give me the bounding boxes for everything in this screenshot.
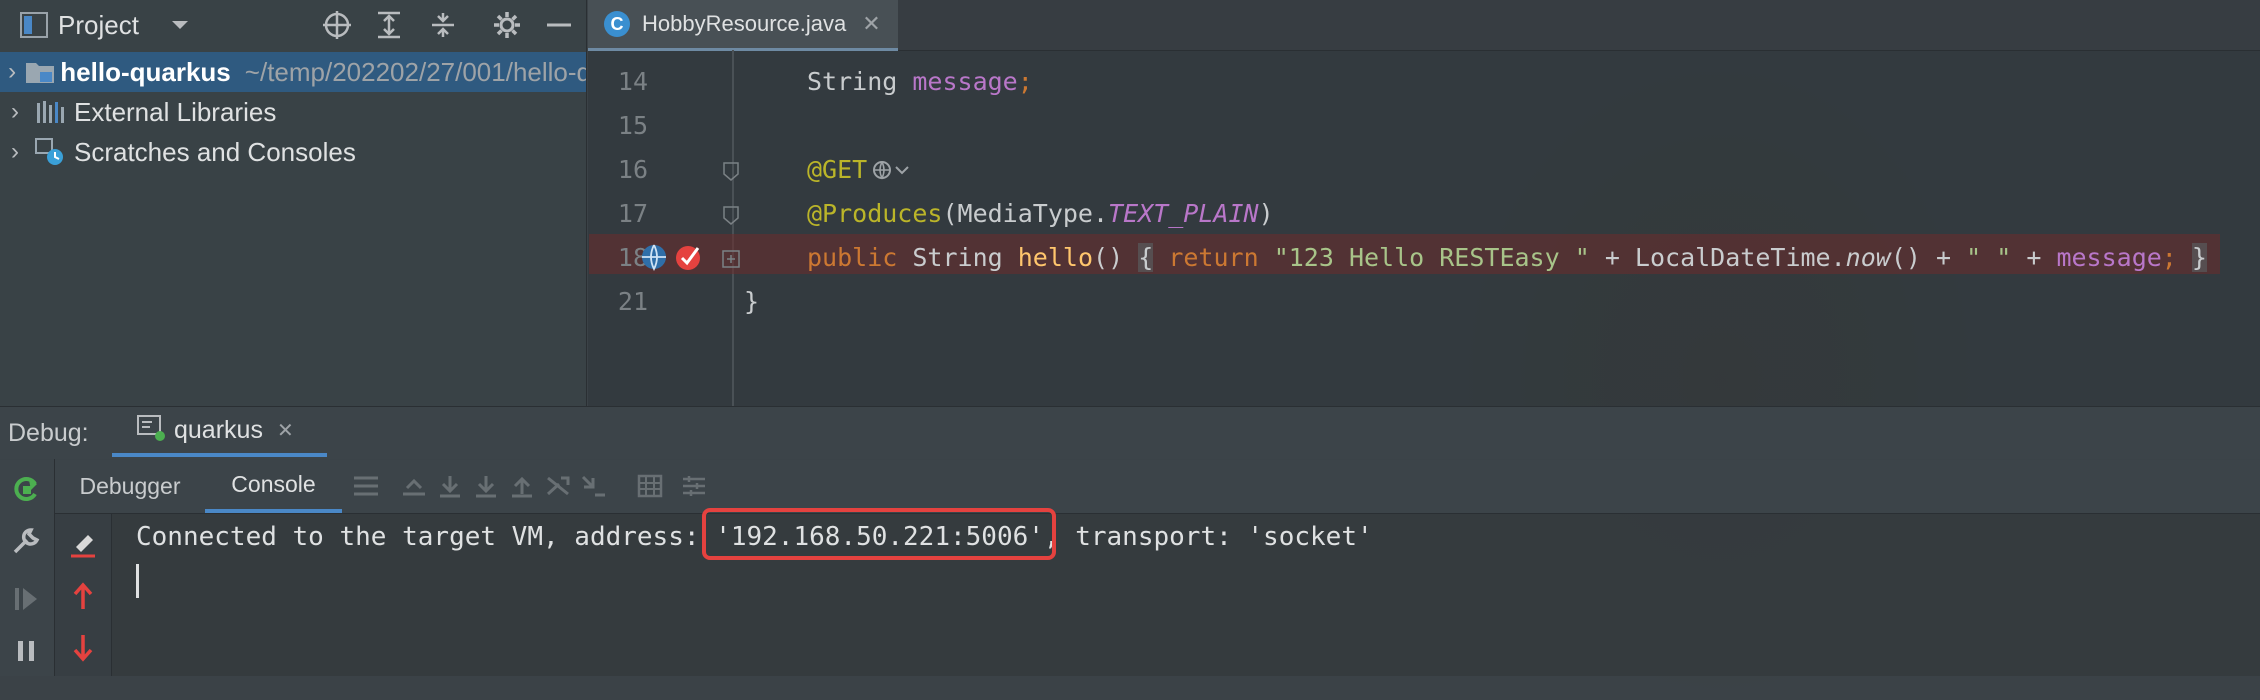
chevron-right-icon[interactable]: ›: [0, 58, 24, 86]
step-out-icon[interactable]: [507, 472, 537, 500]
debug-tool-window-header: Debug: quarkus ✕: [0, 406, 2260, 460]
tree-item-scratches[interactable]: › Scratches and Consoles: [0, 132, 586, 172]
console-output[interactable]: Connected to the target VM, address: '19…: [112, 508, 2260, 676]
code-text: }: [744, 286, 760, 316]
code-text: @Produces(MediaType.TEXT_PLAIN): [807, 198, 1274, 228]
pause-icon[interactable]: [10, 635, 42, 667]
project-tree: › hello-quarkus ~/temp/202202/27/001/hel…: [0, 52, 586, 172]
libraries-icon: [30, 97, 70, 127]
code-line-18[interactable]: 18 public String hello() { return "123 H…: [588, 237, 2260, 277]
tree-item-path: ~/temp/202202/27/001/hello-quarkus: [244, 56, 586, 87]
code-text: String message;: [807, 66, 1033, 96]
drop-frame-icon[interactable]: [543, 472, 573, 500]
module-folder-icon: [24, 57, 56, 87]
code-line-17[interactable]: 17 @Produces(MediaType.TEXT_PLAIN): [588, 193, 2260, 233]
editor-tab-bar: C HobbyResource.java ✕: [588, 0, 2260, 51]
project-title[interactable]: Project: [58, 8, 139, 42]
evaluate-expression-icon[interactable]: [635, 472, 665, 500]
chevron-right-icon[interactable]: ›: [0, 98, 30, 126]
locate-icon[interactable]: [322, 10, 352, 40]
code-line-21[interactable]: 21 }: [588, 281, 2260, 321]
close-icon[interactable]: ✕: [277, 418, 294, 443]
line-number: 21: [617, 286, 648, 316]
clear-console-icon[interactable]: [67, 528, 99, 560]
line-number: 17: [617, 198, 648, 228]
scratches-icon: [30, 137, 70, 167]
close-icon[interactable]: ✕: [862, 11, 880, 37]
console-suffix: transport: 'socket': [1059, 522, 1373, 552]
minimize-icon[interactable]: [544, 10, 574, 40]
line-number: 14: [617, 66, 648, 96]
tree-item-label: hello-quarkus: [60, 56, 231, 87]
chevron-down-icon[interactable]: [168, 14, 192, 36]
up-arrow-icon[interactable]: [67, 580, 99, 612]
fold-icon[interactable]: [722, 203, 740, 232]
show-execution-point-icon[interactable]: [399, 472, 429, 500]
tab-debugger[interactable]: Debugger: [55, 459, 205, 513]
wrench-icon[interactable]: [10, 525, 42, 557]
resume-icon[interactable]: [10, 583, 42, 615]
tree-item-label: External Libraries: [74, 96, 277, 127]
line-number: 15: [617, 110, 648, 140]
debug-session-label: quarkus: [174, 415, 263, 444]
web-endpoint-icon[interactable]: [872, 158, 912, 187]
tree-item-hello-quarkus[interactable]: › hello-quarkus ~/temp/202202/27/001/hel…: [0, 52, 586, 92]
run-to-cursor-icon[interactable]: [579, 472, 609, 500]
tab-console[interactable]: Console: [205, 459, 342, 513]
address-highlight-box: [702, 508, 1056, 560]
endpoint-gutter-icon[interactable]: [640, 243, 668, 277]
debug-session-icon: [136, 414, 166, 447]
expand-all-icon[interactable]: [374, 10, 404, 40]
tab-label: Debugger: [79, 472, 181, 499]
tree-item-external-libraries[interactable]: › External Libraries: [0, 92, 586, 132]
project-view-icon: [20, 11, 48, 39]
code-text: @GET: [807, 154, 868, 184]
java-class-icon: C: [604, 11, 630, 37]
layout-icon[interactable]: [351, 472, 381, 500]
code-text: public String hello() { return "123 Hell…: [807, 242, 2207, 272]
code-line-16[interactable]: 16 @GET: [588, 149, 2260, 189]
down-arrow-icon[interactable]: [67, 632, 99, 664]
collapse-all-icon[interactable]: [428, 10, 458, 40]
trace-icon[interactable]: [679, 472, 709, 500]
text-caret: [136, 564, 139, 598]
tree-item-label: Scratches and Consoles: [74, 136, 356, 167]
step-into-icon[interactable]: [471, 472, 501, 500]
chevron-right-icon[interactable]: ›: [0, 138, 30, 166]
tab-debug-session[interactable]: quarkus ✕: [112, 407, 327, 457]
project-header: Project: [0, 0, 586, 50]
console-side-toolbar: [55, 514, 112, 676]
gear-icon[interactable]: [492, 10, 522, 40]
code-line-15[interactable]: 15: [588, 105, 2260, 145]
code-line-14[interactable]: 14 String message;: [588, 61, 2260, 101]
debug-inner-tabs: Debugger Console: [55, 459, 2260, 514]
line-number: 16: [617, 154, 648, 184]
breakpoint-icon[interactable]: [674, 242, 704, 278]
debug-side-toolbar: [0, 459, 55, 676]
tab-label: HobbyResource.java: [642, 11, 847, 36]
debug-label: Debug:: [8, 419, 89, 447]
fold-icon[interactable]: [722, 159, 740, 188]
project-panel: Project › hello-quarkus ~/temp/202202/27…: [0, 0, 587, 406]
fold-icon[interactable]: [722, 247, 740, 276]
tab-hobbyresource[interactable]: C HobbyResource.java ✕: [588, 0, 898, 51]
step-over-icon[interactable]: [435, 472, 465, 500]
line-number: 18: [617, 242, 648, 272]
rerun-icon[interactable]: [10, 473, 42, 505]
console-prefix: Connected to the target VM, address:: [136, 522, 716, 552]
tab-label: Console: [231, 470, 316, 497]
